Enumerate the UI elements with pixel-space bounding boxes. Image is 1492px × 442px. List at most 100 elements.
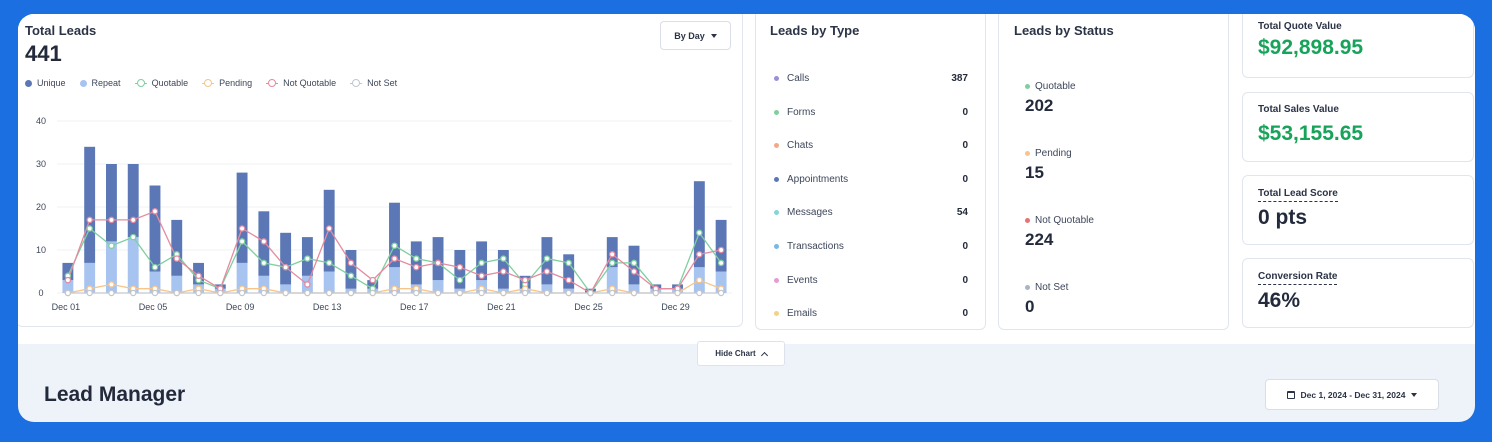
point-not-set <box>151 289 159 297</box>
legend-marker-icon <box>266 79 279 87</box>
x-tick-label: Dec 21 <box>487 302 516 312</box>
legend-item[interactable]: Pending <box>202 78 252 88</box>
type-row: Calls 387 <box>774 73 968 84</box>
conversion-rate-card: Conversion Rate 46% <box>1242 258 1474 328</box>
point-quotable <box>608 259 616 267</box>
y-tick-label: 10 <box>36 245 46 255</box>
point-not-quotable <box>173 255 181 262</box>
point-not-quotable <box>434 259 442 267</box>
point-not-set <box>717 289 725 297</box>
y-tick-label: 0 <box>38 288 43 298</box>
caret-down-icon <box>710 33 717 38</box>
point-pending <box>696 276 703 284</box>
status-label-row: Not Quotable <box>1025 215 1094 226</box>
status-value: 224 <box>1025 230 1054 249</box>
point-quotable <box>391 242 398 249</box>
point-not-set <box>434 289 442 297</box>
status-value: 15 <box>1025 163 1044 182</box>
point-not-set <box>608 289 616 297</box>
point-quotable <box>543 255 551 262</box>
point-not-set <box>478 289 485 297</box>
total-leads-title: Total Leads <box>25 23 97 38</box>
type-label-wrap: Transactions <box>774 241 844 252</box>
total-quote-value-card: Total Quote Value $92,898.95 <box>1242 14 1474 78</box>
legend-label: Not Set <box>367 78 398 88</box>
status-dot-icon <box>774 210 779 216</box>
point-not-set <box>413 289 420 297</box>
point-not-set <box>587 289 594 297</box>
date-range-label: Dec 1, 2024 - Dec 31, 2024 <box>1300 389 1406 400</box>
point-quotable <box>108 242 115 249</box>
date-range-picker[interactable]: Dec 1, 2024 - Dec 31, 2024 <box>1265 379 1439 410</box>
point-quotable <box>456 276 464 284</box>
total-sales-value-card: Total Sales Value $53,155.65 <box>1242 92 1474 162</box>
type-count: 0 <box>962 140 968 152</box>
legend-item[interactable]: Quotable <box>134 78 189 88</box>
type-count: 0 <box>962 173 968 185</box>
point-quotable <box>238 238 246 245</box>
conversion-rate-title[interactable]: Conversion Rate <box>1258 271 1338 285</box>
point-not-quotable <box>325 225 333 232</box>
point-not-set <box>565 289 572 297</box>
legend-label: Pending <box>219 78 253 88</box>
bar-unique <box>280 232 292 285</box>
x-tick-label: Dec 25 <box>574 302 603 312</box>
point-quotable <box>500 255 507 262</box>
type-label-wrap: Forms <box>774 107 815 118</box>
type-label-wrap: Chats <box>774 140 813 151</box>
type-count: 54 <box>956 207 968 219</box>
point-not-set <box>347 289 355 297</box>
point-not-quotable <box>108 216 115 224</box>
point-not-quotable <box>195 272 202 280</box>
point-not-quotable <box>630 268 638 275</box>
by-day-dropdown[interactable]: By Day <box>660 21 731 50</box>
point-quotable <box>325 259 333 267</box>
hide-chart-button[interactable]: Hide Chart <box>697 341 785 366</box>
point-not-set <box>674 289 681 297</box>
chart-legend: Unique Repeat Quotable Pending Not Quotable N… <box>25 78 397 88</box>
point-not-quotable <box>717 246 725 254</box>
legend-marker-icon <box>202 79 215 87</box>
point-not-quotable <box>260 238 268 245</box>
status-label-row: Quotable <box>1025 81 1076 92</box>
total-lead-score-value: 0 pts <box>1258 206 1308 229</box>
type-label: Events <box>787 274 818 286</box>
type-label: Messages <box>787 207 833 219</box>
type-label: Emails <box>787 308 818 320</box>
point-not-set <box>64 289 72 297</box>
caret-down-icon <box>1411 392 1418 397</box>
status-dot-icon <box>774 277 779 283</box>
legend-item[interactable]: Not Set <box>350 78 397 88</box>
legend-item[interactable]: Not Quotable <box>266 78 336 88</box>
status-dot-icon <box>1025 285 1030 290</box>
lead-manager-title: Lead Manager <box>44 383 186 406</box>
y-tick-label: 40 <box>36 116 46 126</box>
by-day-label: By Day <box>674 30 705 41</box>
leads-by-status-card: Leads by Status Quotable 202 Pending 15 Not … <box>998 14 1229 330</box>
status-dot-icon <box>774 244 779 249</box>
point-not-quotable <box>456 263 464 271</box>
legend-marker-icon <box>79 79 87 87</box>
point-not-quotable <box>238 225 246 232</box>
point-not-set <box>325 289 333 297</box>
point-not-set <box>630 289 638 297</box>
type-row: Chats 0 <box>774 140 968 151</box>
point-not-set <box>282 289 289 297</box>
hide-chart-label: Hide Chart <box>715 349 756 358</box>
type-count: 0 <box>962 106 968 118</box>
total-lead-score-card: Total Lead Score 0 pts <box>1242 175 1474 245</box>
point-not-set <box>543 289 551 297</box>
dashboard-frame: Total Leads 441 By Day Unique Repeat Quota… <box>18 14 1475 422</box>
legend-label: Repeat <box>91 78 121 88</box>
conversion-rate-value: 46% <box>1258 289 1301 312</box>
total-lead-score-title[interactable]: Total Lead Score <box>1258 188 1338 202</box>
point-quotable <box>630 259 638 267</box>
legend-item[interactable]: Repeat <box>79 78 121 88</box>
status-dot-icon <box>1025 218 1030 223</box>
type-row: Messages 54 <box>774 207 968 218</box>
legend-item[interactable]: Unique <box>25 78 66 88</box>
point-not-set <box>652 289 660 297</box>
status-dot-icon <box>1025 84 1030 89</box>
legend-label: Quotable <box>151 78 189 88</box>
chevron-up-icon <box>760 351 768 359</box>
